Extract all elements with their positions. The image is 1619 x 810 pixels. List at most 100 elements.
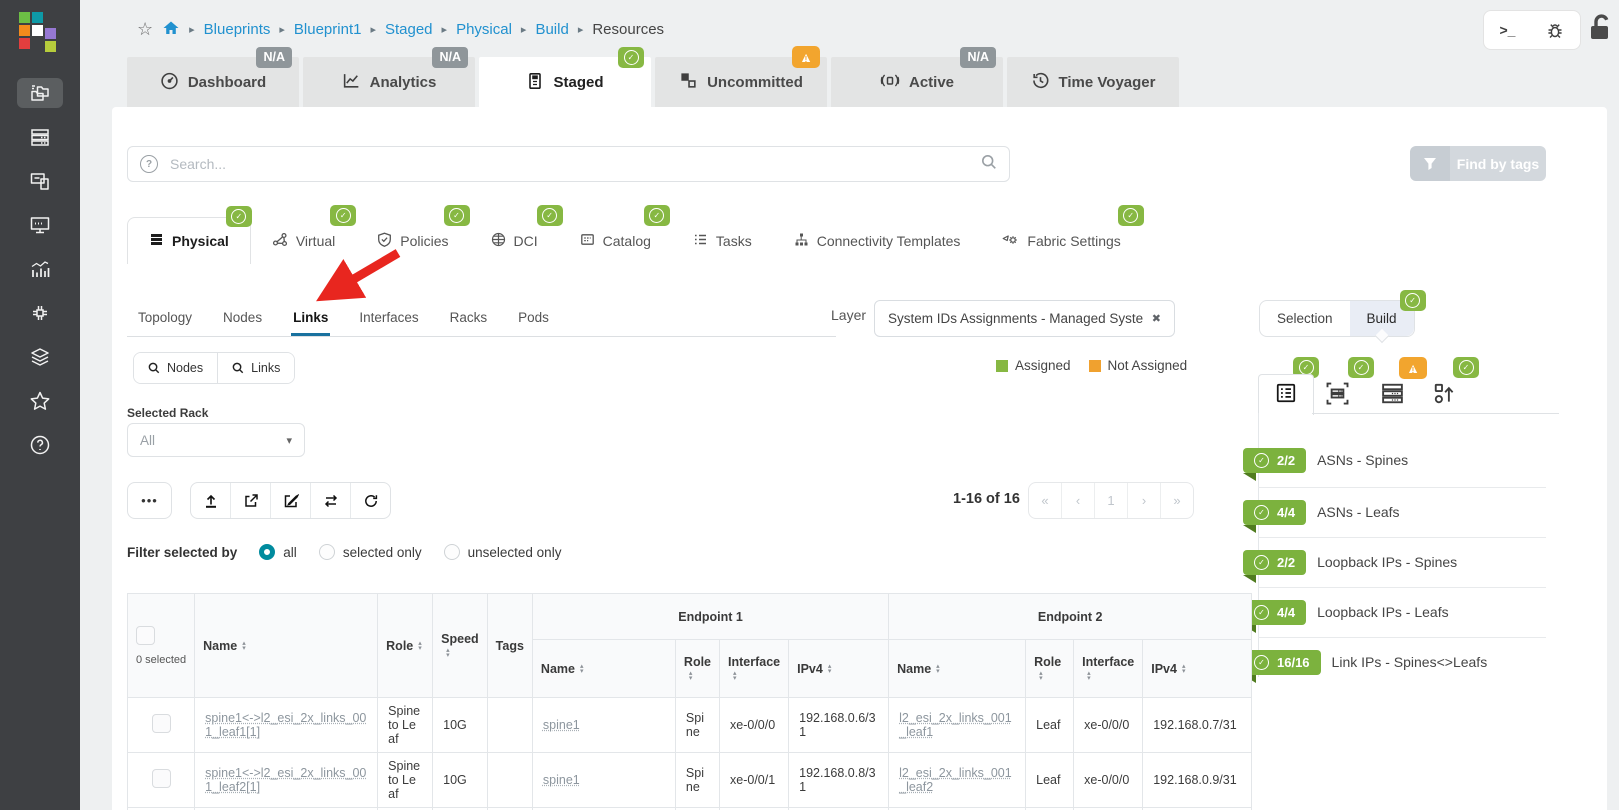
sidebar-item-external-systems[interactable] [17,298,63,328]
sort-icon[interactable]: ▴▾ [733,671,737,681]
edit-button[interactable] [270,483,310,518]
refresh-button[interactable] [350,483,390,518]
radio-icon[interactable] [319,544,335,560]
col-ep2-name[interactable]: Name▴▾ [889,640,1026,698]
sort-icon[interactable]: ▴▾ [1087,671,1091,681]
first-page-button[interactable]: « [1029,483,1061,518]
view-tab-scan-server[interactable] [1325,381,1350,411]
subtab-racks[interactable]: Racks [448,300,490,336]
favorite-star-icon[interactable]: ☆ [137,19,153,40]
endpoint-name-link[interactable]: spine1 [543,773,580,787]
page-number[interactable]: 1 [1094,483,1127,518]
col-speed[interactable]: Speed▴▾ [433,594,488,698]
selected-rack-select[interactable]: All ▾ [127,423,305,457]
resource-row-loopback-leafs[interactable]: ✓4/4 Loopback IPs - Leafs [1243,600,1449,625]
tab-active[interactable]: N/A Active [831,57,1003,107]
tab-dci[interactable]: ✓ DCI [470,217,559,264]
tab-uncommitted[interactable]: ▲! Uncommitted [655,57,827,107]
col-ep1-name[interactable]: Name▴▾ [532,640,675,698]
upload-button[interactable] [191,483,230,518]
next-page-button[interactable]: › [1127,483,1160,518]
col-role[interactable]: Role▴▾ [378,594,433,698]
tab-connectivity-templates[interactable]: Connectivity Templates [773,217,982,264]
tab-catalog[interactable]: ✓ Catalog [559,217,672,264]
sort-icon[interactable]: ▴▾ [1039,671,1043,681]
radio-selected-icon[interactable] [259,544,275,560]
filter-option-unselected-only[interactable]: unselected only [444,544,562,560]
resource-row-loopback-spines[interactable]: ✓2/2 Loopback IPs - Spines [1243,550,1457,575]
clear-layer-icon[interactable]: ✖ [1152,312,1161,325]
more-actions-button[interactable]: ••• [127,482,172,519]
breadcrumb-blueprints[interactable]: Blueprints [204,21,271,38]
sidebar-item-analytics[interactable] [17,254,63,284]
subtab-nodes[interactable]: Nodes [221,300,264,336]
breadcrumb-physical[interactable]: Physical [456,21,512,38]
row-checkbox[interactable] [152,769,171,788]
home-icon[interactable] [162,19,180,40]
breadcrumb-staged[interactable]: Staged [385,21,433,38]
tab-analytics[interactable]: N/A Analytics [303,57,475,107]
swap-button[interactable] [310,483,350,518]
tab-physical[interactable]: ✓ Physical [127,217,251,264]
resource-row-link-ips[interactable]: ✓16/16 Link IPs - Spines<>Leafs [1243,650,1487,675]
sort-icon[interactable]: ▴▾ [689,671,693,681]
filter-option-all[interactable]: all [259,544,297,560]
subtab-pods[interactable]: Pods [516,300,551,336]
tab-dashboard[interactable]: N/A Dashboard [127,57,299,107]
col-ep2-interface[interactable]: Interface▴▾ [1074,640,1143,698]
search-icon[interactable] [981,154,997,175]
last-page-button[interactable]: » [1160,483,1193,518]
endpoint-name-link[interactable]: l2_esi_2x_links_001_leaf2 [899,766,1012,794]
bug-icon[interactable] [1546,21,1564,39]
breadcrumb-blueprint1[interactable]: Blueprint1 [294,21,362,38]
sort-icon[interactable]: ▴▾ [446,648,450,658]
prev-page-button[interactable]: ‹ [1061,483,1094,518]
layer-select[interactable]: System IDs Assignments - Managed Systems… [874,300,1175,337]
sort-icon[interactable]: ▴▾ [242,641,246,651]
row-checkbox[interactable] [152,714,171,733]
endpoint-name-link[interactable]: spine1 [543,718,580,732]
lock-open-icon[interactable] [1588,13,1616,48]
tab-virtual[interactable]: ✓ Virtual [251,217,356,264]
tab-policies[interactable]: ✓ Policies [356,217,469,264]
sidebar-item-platform[interactable] [17,342,63,372]
tab-selection[interactable]: Selection [1260,301,1350,336]
subtab-interfaces[interactable]: Interfaces [357,300,420,336]
view-tab-device-up[interactable] [1432,381,1457,411]
tab-tasks[interactable]: Tasks [672,217,773,264]
search-input[interactable] [168,155,971,173]
sort-icon[interactable]: ▴▾ [418,641,422,651]
search-help-icon[interactable]: ? [140,155,158,173]
tab-time-voyager[interactable]: Time Voyager [1007,57,1179,107]
sort-icon[interactable]: ▴▾ [828,664,832,674]
view-tab-servers[interactable] [1380,381,1405,411]
api-console-icon[interactable]: >_ [1500,22,1516,38]
search-nodes-button[interactable]: Nodes [134,353,217,383]
apstra-logo[interactable] [19,12,61,52]
subtab-links[interactable]: Links [291,300,330,336]
subtab-topology[interactable]: Topology [136,300,194,336]
resource-row-asns-spines[interactable]: ✓2/2 ASNs - Spines [1243,448,1408,473]
col-ep2-role[interactable]: Role▴▾ [1026,640,1074,698]
sidebar-item-blueprints[interactable] [17,78,63,108]
resource-row-asns-leafs[interactable]: ✓4/4 ASNs - Leafs [1243,500,1400,525]
tab-fabric-settings[interactable]: ✓ Fabric Settings [981,217,1141,264]
search-links-button[interactable]: Links [217,353,294,383]
col-ep1-role[interactable]: Role▴▾ [675,640,719,698]
sidebar-item-design[interactable] [17,166,63,196]
filter-option-selected-only[interactable]: selected only [319,544,422,560]
link-name-link[interactable]: spine1<->l2_esi_2x_links_001_leaf2[1] [205,766,366,794]
view-tab-resources-list[interactable] [1258,374,1314,415]
sort-icon[interactable]: ▴▾ [1182,664,1186,674]
sidebar-item-resources[interactable] [17,210,63,240]
col-ep2-ipv4[interactable]: IPv4▴▾ [1143,640,1252,698]
sidebar-item-favorites[interactable] [17,386,63,416]
export-button[interactable] [230,483,270,518]
select-all-checkbox[interactable] [136,626,155,645]
find-by-tags-button[interactable]: Find by tags [1410,146,1546,181]
radio-icon[interactable] [444,544,460,560]
sort-icon[interactable]: ▴▾ [936,664,940,674]
sidebar-item-devices[interactable] [17,122,63,152]
col-ep1-ipv4[interactable]: IPv4▴▾ [789,640,889,698]
sidebar-item-help[interactable] [17,430,63,460]
